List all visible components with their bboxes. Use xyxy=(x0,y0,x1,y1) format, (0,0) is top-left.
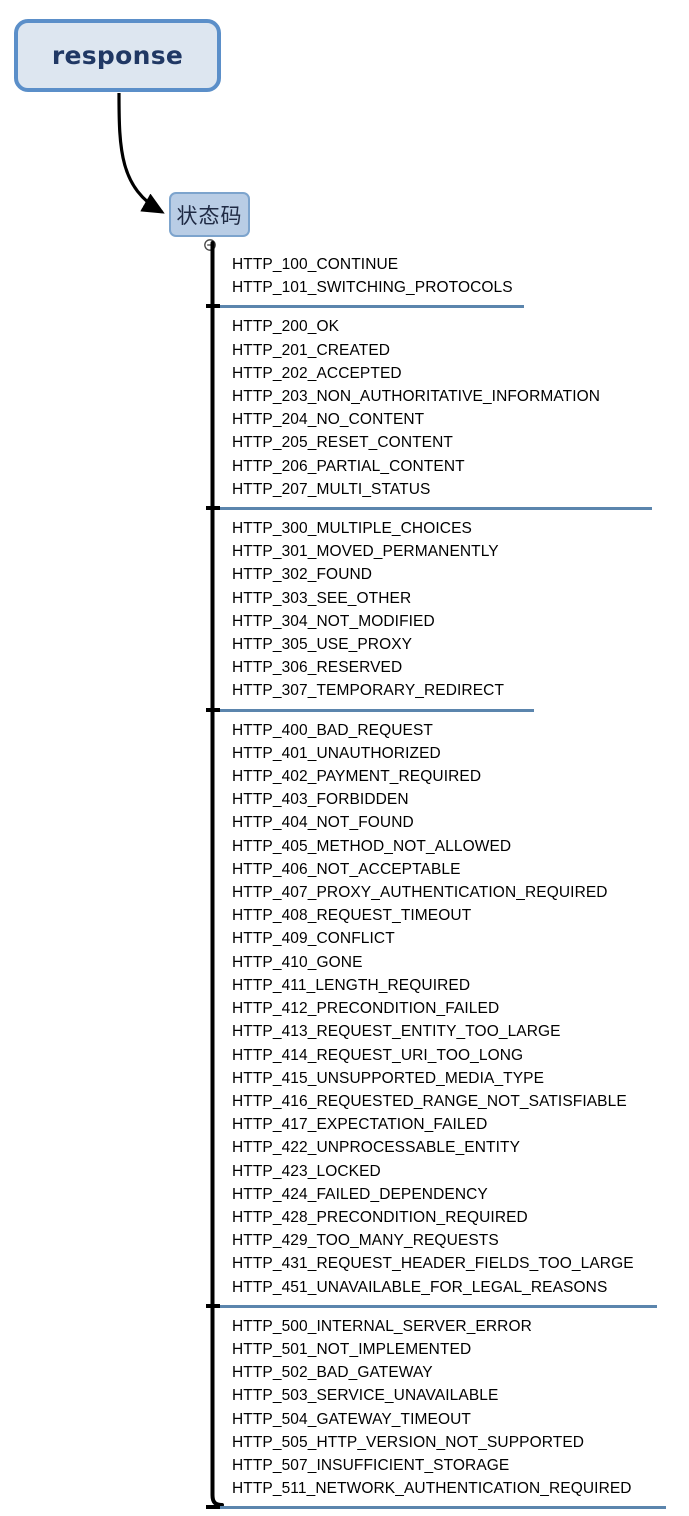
status-code-group: HTTP_400_BAD_REQUEST HTTP_401_UNAUTHORIZE… xyxy=(212,712,682,1308)
status-code-item[interactable]: HTTP_413_REQUEST_ENTITY_TOO_LARGE xyxy=(232,1020,682,1043)
status-code-item[interactable]: HTTP_205_RESET_CONTENT xyxy=(232,431,682,454)
status-code-item[interactable]: HTTP_101_SWITCHING_PROTOCOLS xyxy=(232,276,682,299)
status-code-item[interactable]: HTTP_416_REQUESTED_RANGE_NOT_SATISFIABLE xyxy=(232,1090,682,1113)
status-code-item[interactable]: HTTP_415_UNSUPPORTED_MEDIA_TYPE xyxy=(232,1067,682,1090)
status-code-item[interactable]: HTTP_503_SERVICE_UNAVAILABLE xyxy=(232,1384,682,1407)
status-code-group: HTTP_200_OK HTTP_201_CREATED HTTP_202_ACCE… xyxy=(212,308,682,511)
status-code-item[interactable]: HTTP_412_PRECONDITION_FAILED xyxy=(232,997,682,1020)
status-code-list: HTTP_100_CONTINUE HTTP_101_SWITCHING_PROT… xyxy=(212,246,682,305)
status-code-item[interactable]: HTTP_301_MOVED_PERMANENTLY xyxy=(232,540,682,563)
status-code-item[interactable]: HTTP_417_EXPECTATION_FAILED xyxy=(232,1113,682,1136)
status-code-item[interactable]: HTTP_501_NOT_IMPLEMENTED xyxy=(232,1338,682,1361)
root-to-child-connector xyxy=(117,92,165,214)
status-code-item[interactable]: HTTP_200_OK xyxy=(232,315,682,338)
status-code-item[interactable]: HTTP_300_MULTIPLE_CHOICES xyxy=(232,517,682,540)
status-code-list: HTTP_500_INTERNAL_SERVER_ERROR HTTP_501_N… xyxy=(212,1308,682,1507)
status-code-item[interactable]: HTTP_401_UNAUTHORIZED xyxy=(232,742,682,765)
status-code-item[interactable]: HTTP_423_LOCKED xyxy=(232,1160,682,1183)
status-code-item[interactable]: HTTP_429_TOO_MANY_REQUESTS xyxy=(232,1229,682,1252)
status-code-item[interactable]: HTTP_405_METHOD_NOT_ALLOWED xyxy=(232,835,682,858)
status-code-item[interactable]: HTTP_203_NON_AUTHORITATIVE_INFORMATION xyxy=(232,385,682,408)
status-code-group: HTTP_500_INTERNAL_SERVER_ERROR HTTP_501_N… xyxy=(212,1308,682,1510)
status-code-item[interactable]: HTTP_411_LENGTH_REQUIRED xyxy=(232,974,682,997)
group-branch-stub xyxy=(206,506,220,511)
group-branch-stub xyxy=(206,707,220,712)
status-code-item[interactable]: HTTP_431_REQUEST_HEADER_FIELDS_TOO_LARGE xyxy=(232,1252,682,1275)
group-branch-stub xyxy=(206,304,220,309)
status-code-item[interactable]: HTTP_307_TEMPORARY_REDIRECT xyxy=(232,679,682,702)
status-code-list: HTTP_300_MULTIPLE_CHOICES HTTP_301_MOVED_… xyxy=(212,510,682,709)
status-code-item[interactable]: HTTP_305_USE_PROXY xyxy=(232,633,682,656)
status-code-item[interactable]: HTTP_306_RESERVED xyxy=(232,656,682,679)
status-code-item[interactable]: HTTP_202_ACCEPTED xyxy=(232,362,682,385)
status-code-item[interactable]: HTTP_505_HTTP_VERSION_NOT_SUPPORTED xyxy=(232,1431,682,1454)
status-code-item[interactable]: HTTP_400_BAD_REQUEST xyxy=(232,719,682,742)
group-divider xyxy=(214,1506,666,1510)
status-code-item[interactable]: HTTP_407_PROXY_AUTHENTICATION_REQUIRED xyxy=(232,881,682,904)
status-code-item[interactable]: HTTP_424_FAILED_DEPENDENCY xyxy=(232,1183,682,1206)
status-code-item[interactable]: HTTP_511_NETWORK_AUTHENTICATION_REQUIRED xyxy=(232,1477,682,1500)
status-code-item[interactable]: HTTP_204_NO_CONTENT xyxy=(232,408,682,431)
status-code-groups: HTTP_100_CONTINUE HTTP_101_SWITCHING_PROT… xyxy=(212,246,682,1510)
status-code-item[interactable]: HTTP_428_PRECONDITION_REQUIRED xyxy=(232,1206,682,1229)
group-branch-stub xyxy=(206,1505,220,1510)
node-status-code[interactable]: 状态码 xyxy=(169,192,250,237)
status-code-item[interactable]: HTTP_206_PARTIAL_CONTENT xyxy=(232,455,682,478)
status-code-group: HTTP_300_MULTIPLE_CHOICES HTTP_301_MOVED_… xyxy=(212,510,682,712)
status-code-item[interactable]: HTTP_402_PAYMENT_REQUIRED xyxy=(232,765,682,788)
status-code-item[interactable]: HTTP_408_REQUEST_TIMEOUT xyxy=(232,904,682,927)
status-code-item[interactable]: HTTP_414_REQUEST_URI_TOO_LONG xyxy=(232,1044,682,1067)
status-code-group: HTTP_100_CONTINUE HTTP_101_SWITCHING_PROT… xyxy=(212,246,682,309)
status-code-list: HTTP_200_OK HTTP_201_CREATED HTTP_202_ACCE… xyxy=(212,308,682,507)
status-code-item[interactable]: HTTP_500_INTERNAL_SERVER_ERROR xyxy=(232,1315,682,1338)
status-code-item[interactable]: HTTP_303_SEE_OTHER xyxy=(232,587,682,610)
status-code-item[interactable]: HTTP_302_FOUND xyxy=(232,563,682,586)
status-code-item[interactable]: HTTP_201_CREATED xyxy=(232,339,682,362)
status-code-item[interactable]: HTTP_422_UNPROCESSABLE_ENTITY xyxy=(232,1136,682,1159)
status-code-item[interactable]: HTTP_404_NOT_FOUND xyxy=(232,811,682,834)
status-code-list: HTTP_400_BAD_REQUEST HTTP_401_UNAUTHORIZE… xyxy=(212,712,682,1305)
root-node-response[interactable]: response xyxy=(14,19,221,92)
status-code-item[interactable]: HTTP_207_MULTI_STATUS xyxy=(232,478,682,501)
status-code-item[interactable]: HTTP_451_UNAVAILABLE_FOR_LEGAL_REASONS xyxy=(232,1276,682,1299)
status-code-item[interactable]: HTTP_502_BAD_GATEWAY xyxy=(232,1361,682,1384)
status-code-item[interactable]: HTTP_304_NOT_MODIFIED xyxy=(232,610,682,633)
mindmap-canvas: response 状态码 HTTP_100_CONTINUE HTTP_101_S… xyxy=(0,0,689,1516)
status-code-item[interactable]: HTTP_406_NOT_ACCEPTABLE xyxy=(232,858,682,881)
root-node-label: response xyxy=(51,41,184,70)
node-status-code-label: 状态码 xyxy=(176,203,243,228)
status-code-item[interactable]: HTTP_409_CONFLICT xyxy=(232,927,682,950)
group-branch-stub xyxy=(206,1303,220,1308)
status-code-item[interactable]: HTTP_100_CONTINUE xyxy=(232,253,682,276)
status-code-item[interactable]: HTTP_504_GATEWAY_TIMEOUT xyxy=(232,1408,682,1431)
status-code-item[interactable]: HTTP_507_INSUFFICIENT_STORAGE xyxy=(232,1454,682,1477)
status-code-item[interactable]: HTTP_410_GONE xyxy=(232,951,682,974)
status-code-item[interactable]: HTTP_403_FORBIDDEN xyxy=(232,788,682,811)
